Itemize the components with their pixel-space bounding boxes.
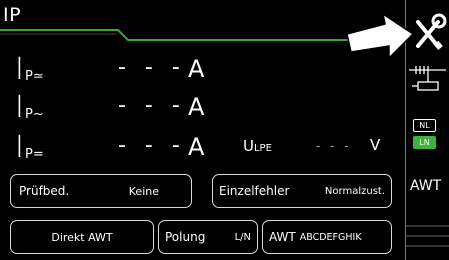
- awt-softkey[interactable]: AWT: [405, 166, 449, 260]
- pruefbed-value: Keine: [128, 184, 159, 198]
- measurement-subscript: P~: [25, 107, 44, 122]
- nl-ln-softkey[interactable]: NL LN: [405, 108, 449, 166]
- polung-button[interactable]: Polung L/N: [158, 220, 258, 254]
- measurement-unit: A: [188, 55, 205, 83]
- measurement-unit: A: [188, 133, 205, 161]
- awt-button[interactable]: AWT ABCDEFGHIK: [262, 220, 392, 254]
- polung-value: L/N: [234, 231, 251, 243]
- arrow-pointer-icon: [346, 12, 415, 60]
- direkt-awt-label: Direkt AWT: [51, 230, 113, 244]
- voltage-subscript: LPE: [253, 143, 272, 154]
- voltage-symbol: ULPE: [243, 137, 272, 155]
- measurement-row-ip-dc: I P= - - - A: [0, 131, 240, 165]
- ln-badge: LN: [413, 136, 436, 149]
- measurement-symbol: I: [15, 90, 24, 125]
- einzelfehler-label: Einzelfehler: [219, 184, 290, 198]
- voltage-unit: V: [370, 136, 381, 154]
- voltage-value: - - -: [316, 139, 352, 153]
- measurement-value: - - -: [118, 133, 186, 158]
- measurement-symbol: I: [15, 52, 24, 87]
- probe-icon: [409, 66, 446, 91]
- measurement-row-ip-acdc: I P≃ - - - A: [0, 53, 240, 87]
- voltage-symbol-letter: U: [243, 137, 254, 155]
- pruefbed-button[interactable]: Prüfbed. Keine: [10, 174, 192, 208]
- direkt-awt-button[interactable]: Direkt AWT: [10, 220, 154, 254]
- measurement-row-ip-ac: I P~ - - - A: [0, 91, 240, 125]
- measurement-value: - - -: [118, 93, 186, 118]
- softkey-tick-marks: [406, 225, 449, 247]
- measurement-value: - - -: [118, 55, 186, 80]
- nl-badge: NL: [413, 119, 436, 132]
- measurement-subscript: P=: [25, 147, 44, 162]
- einzelfehler-button[interactable]: Einzelfehler Normalzust.: [212, 174, 392, 208]
- measurement-unit: A: [188, 93, 205, 121]
- measurement-subscript: P≃: [25, 69, 44, 84]
- awt-value: ABCDEFGHIK: [299, 231, 362, 243]
- probe-softkey[interactable]: [405, 58, 449, 108]
- polung-label: Polung: [165, 230, 206, 244]
- pruefbed-label: Prüfbed.: [19, 184, 70, 198]
- awt-label: AWT: [269, 230, 296, 244]
- einzelfehler-value: Normalzust.: [324, 185, 385, 197]
- measurement-symbol: I: [15, 130, 24, 165]
- instrument-screen: IP I P≃ - - - A I P~ - - - A I P= - - - …: [0, 0, 449, 260]
